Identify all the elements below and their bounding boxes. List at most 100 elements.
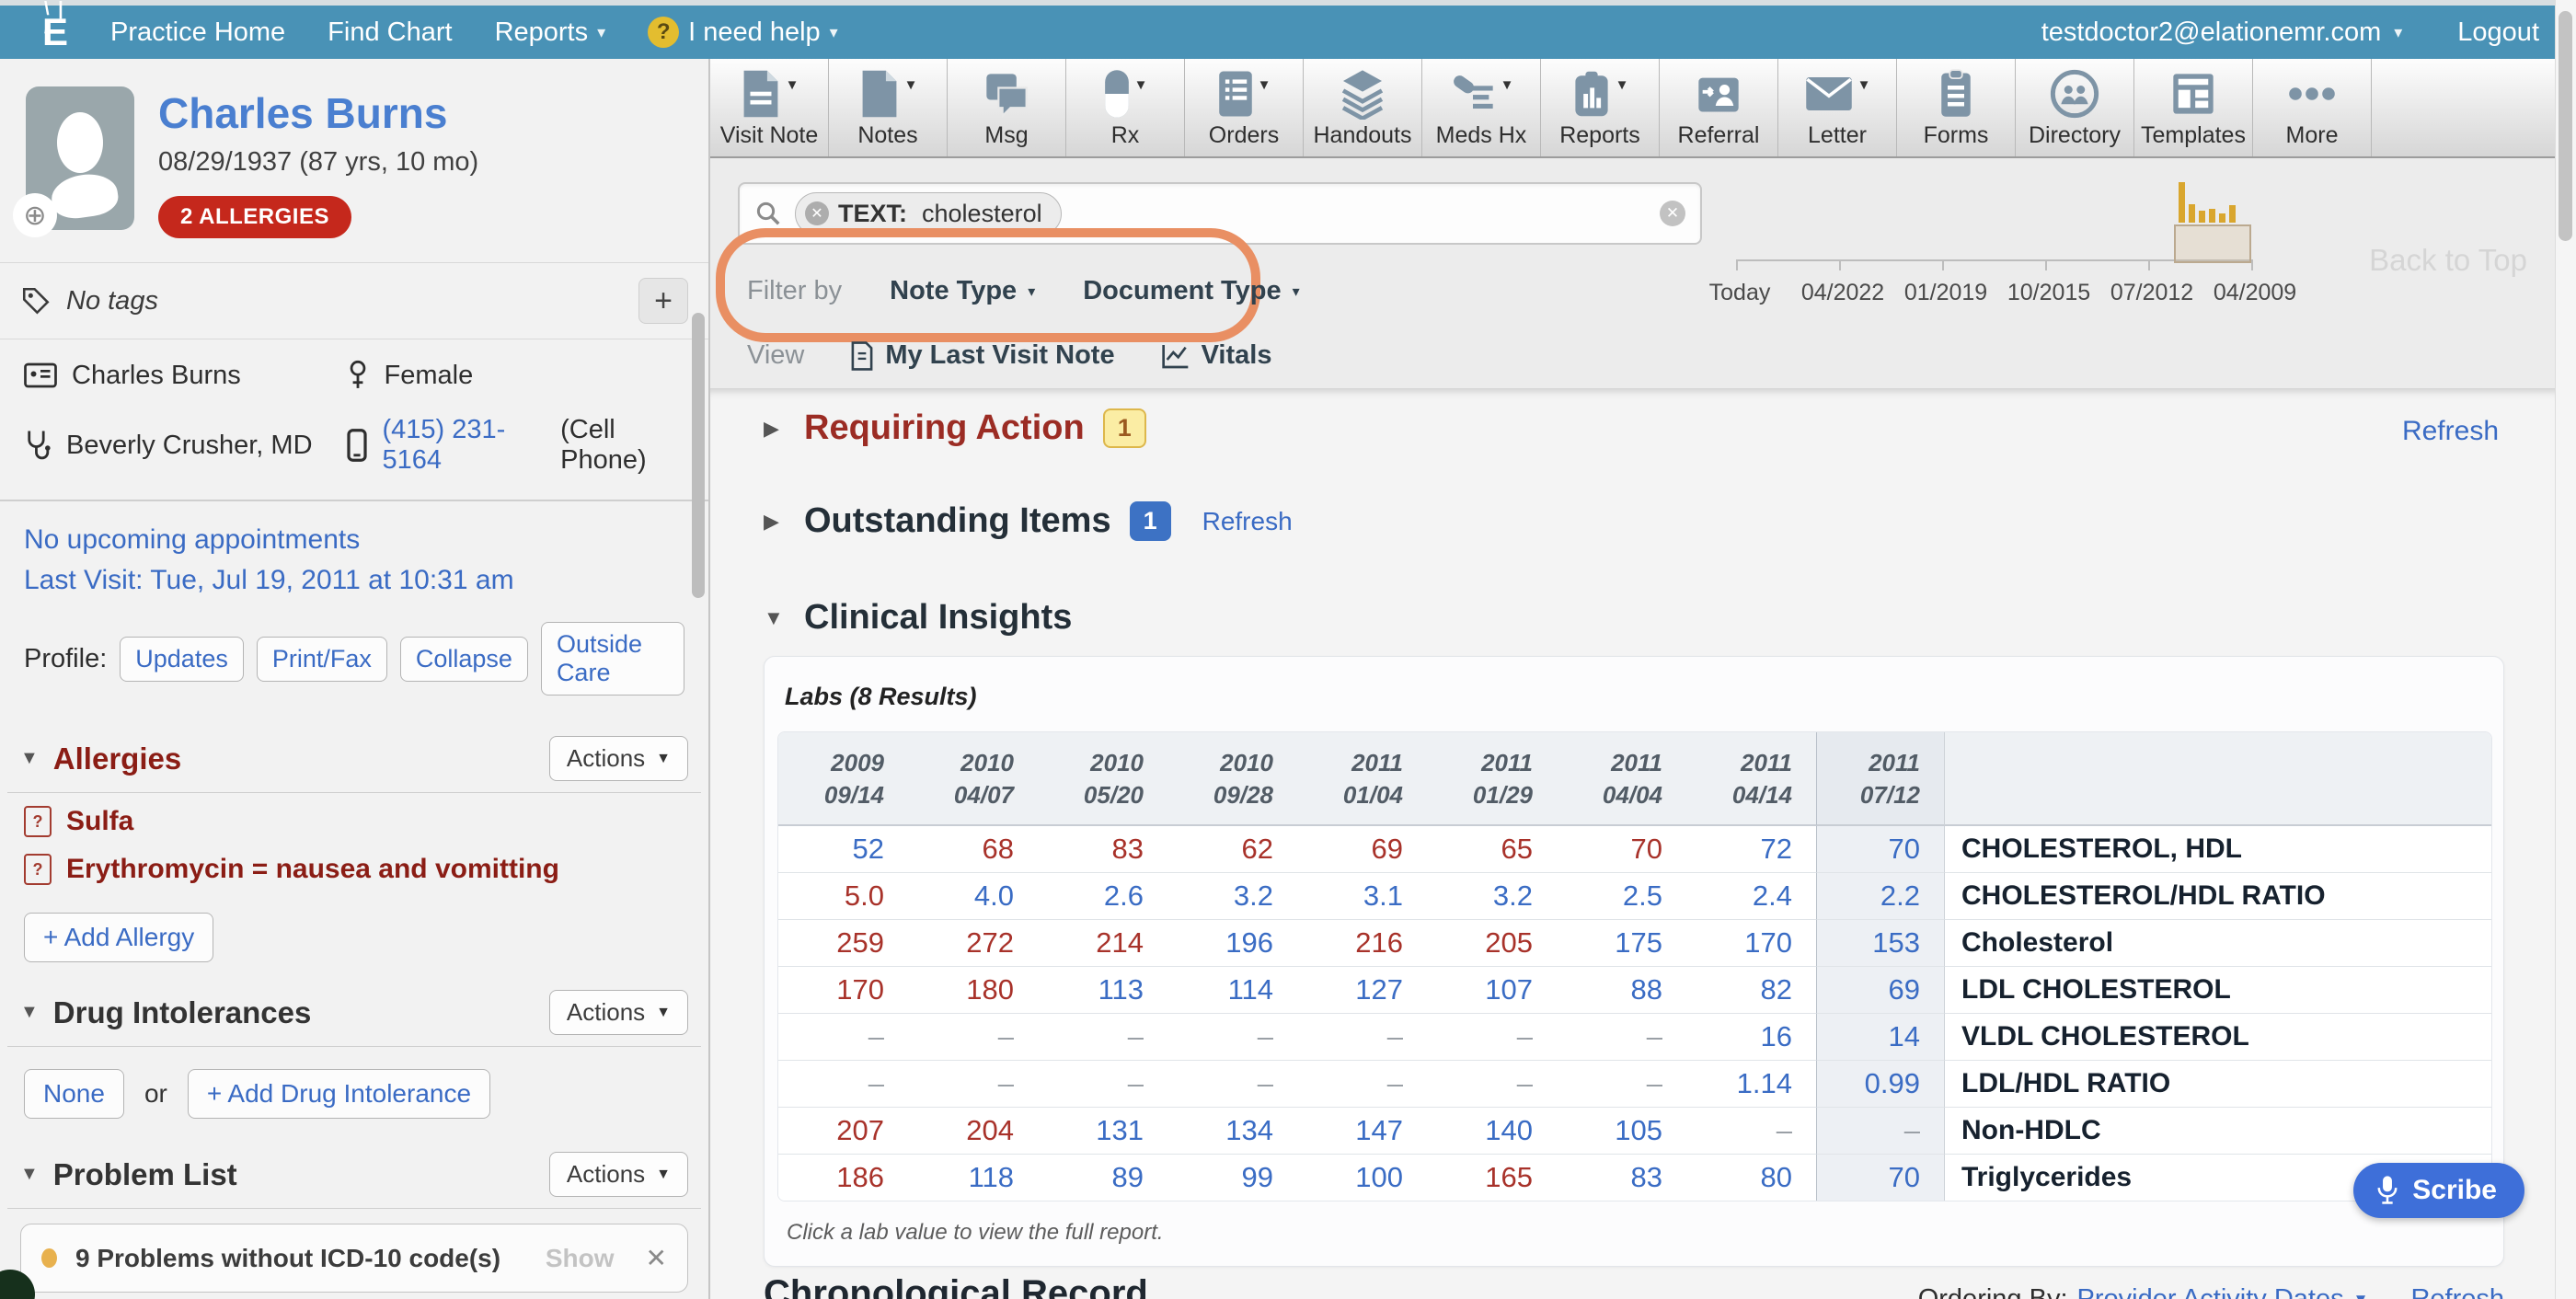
lab-value-cell[interactable]: 134 [1167,1107,1297,1154]
lab-value-cell[interactable]: 175 [1557,919,1686,966]
lab-value-cell[interactable]: 4.0 [908,872,1038,919]
problem-list-actions-button[interactable]: Actions▼ [549,1152,688,1197]
nav-practice-home[interactable]: Practice Home [110,17,285,48]
lab-value-cell[interactable]: 114 [1167,966,1297,1013]
lab-value-cell[interactable]: 204 [908,1107,1038,1154]
last-visit-link[interactable]: Last Visit: Tue, Jul 19, 2011 at 10:31 a… [24,560,684,601]
lab-value-cell[interactable]: 165 [1427,1154,1557,1201]
lab-value-cell[interactable]: 70 [1816,1154,1944,1201]
clear-search-icon[interactable]: ✕ [1660,201,1685,226]
lab-value-cell[interactable]: 2.4 [1686,872,1816,919]
lab-value-cell[interactable]: 82 [1686,966,1816,1013]
lab-value-cell[interactable]: 140 [1427,1107,1557,1154]
add-drug-intolerance-button[interactable]: + Add Drug Intolerance [188,1069,490,1119]
elation-logo[interactable]: \ | /E [0,13,110,52]
lab-value-cell[interactable]: 1.14 [1686,1060,1816,1107]
none-button[interactable]: None [24,1069,124,1119]
reports-toolbar-button[interactable]: ▼Reports [1541,59,1660,156]
demographic-phone[interactable]: (415) 231-5164 (Cell Phone) [346,415,699,476]
notes-toolbar-button[interactable]: ▼Notes [829,59,948,156]
lab-value-cell[interactable]: 170 [778,966,908,1013]
expand-triangle-icon[interactable]: ▶ [764,417,786,441]
timeline-label[interactable]: 04/2009 [2214,280,2296,306]
lab-value-cell[interactable]: 180 [908,966,1038,1013]
scribe-button[interactable]: Scribe [2353,1163,2524,1218]
lab-value-cell[interactable]: 3.2 [1427,872,1557,919]
nav-help-menu[interactable]: ? I need help▾ [648,17,838,48]
lab-value-cell[interactable]: 70 [1557,826,1686,872]
refresh-link-bottom[interactable]: Refresh [2410,1284,2504,1299]
lab-value-cell[interactable]: 105 [1557,1107,1686,1154]
collapse-triangle-icon[interactable]: ▼ [20,1002,39,1023]
no-upcoming-appointments-link[interactable]: No upcoming appointments [24,520,684,560]
lab-value-cell[interactable]: 214 [1038,919,1167,966]
lab-value-cell[interactable]: 80 [1686,1154,1816,1201]
directory-toolbar-button[interactable]: Directory [2016,59,2134,156]
logout-button[interactable]: Logout [2457,17,2539,48]
nav-find-chart[interactable]: Find Chart [328,17,452,48]
nav-reports-menu[interactable]: Reports▾ [495,17,606,48]
lab-value-cell[interactable]: 69 [1816,966,1944,1013]
lab-value-cell[interactable]: 68 [908,826,1038,872]
document-type-dropdown[interactable]: Document Type▾ [1083,276,1299,306]
updates-button[interactable]: Updates [120,637,244,682]
show-button[interactable]: Show [546,1244,615,1273]
timeline-label[interactable]: 10/2015 [2007,280,2090,306]
main-scrollbar[interactable] [2555,0,2576,1299]
meds-hx-toolbar-button[interactable]: ▼Meds Hx [1422,59,1541,156]
main-scrollbar-thumb[interactable] [2559,11,2572,241]
sidebar-scrollbar-thumb[interactable] [692,313,705,598]
allergy-item[interactable]: ? Erythromycin = nausea and vomitting [0,841,708,889]
lab-value-cell[interactable]: 127 [1297,966,1427,1013]
add-allergy-button[interactable]: + Add Allergy [24,913,213,962]
msg-toolbar-button[interactable]: Msg [948,59,1066,156]
lab-value-cell[interactable]: 99 [1167,1154,1297,1201]
back-to-top-button[interactable]: Back to Top [2369,243,2527,278]
lab-value-cell[interactable]: 147 [1297,1107,1427,1154]
lab-value-cell[interactable]: 65 [1427,826,1557,872]
lab-value-cell[interactable]: 62 [1167,826,1297,872]
lab-value-cell[interactable]: 207 [778,1107,908,1154]
lab-value-cell[interactable]: 3.1 [1297,872,1427,919]
outstanding-items-section[interactable]: ▶ Outstanding Items 1 Refresh [764,501,2504,541]
allergies-actions-button[interactable]: Actions▼ [549,736,688,781]
chart-search-input[interactable]: ✕ TEXT:cholesterol ✕ [738,182,1702,245]
rx-toolbar-button[interactable]: ▼Rx [1066,59,1185,156]
lab-value-cell[interactable]: 16 [1686,1013,1816,1060]
handouts-toolbar-button[interactable]: Handouts [1304,59,1422,156]
lab-value-cell[interactable]: 2.6 [1038,872,1167,919]
lab-value-cell[interactable]: 83 [1557,1154,1686,1201]
lab-value-cell[interactable]: 186 [778,1154,908,1201]
refresh-link-outstanding[interactable]: Refresh [1202,507,1293,536]
search-filter-chip[interactable]: ✕ TEXT:cholesterol [795,192,1062,236]
forms-toolbar-button[interactable]: Forms [1897,59,2016,156]
drug-intolerances-actions-button[interactable]: Actions▼ [549,990,688,1035]
allergies-badge[interactable]: 2 ALLERGIES [158,196,351,238]
lab-value-cell[interactable]: 69 [1297,826,1427,872]
account-menu[interactable]: testdoctor2@elationemr.com▾ [2041,17,2403,48]
lab-value-cell[interactable]: 0.99 [1816,1060,1944,1107]
note-type-dropdown[interactable]: Note Type▾ [890,276,1035,306]
outside-care-button[interactable]: Outside Care [541,622,684,695]
lab-value-cell[interactable]: 118 [908,1154,1038,1201]
print-fax-button[interactable]: Print/Fax [257,637,387,682]
timeline-label[interactable]: 07/2012 [2110,280,2193,306]
lab-value-cell[interactable]: 205 [1427,919,1557,966]
lab-value-cell[interactable]: 2.2 [1816,872,1944,919]
orders-toolbar-button[interactable]: ▼Orders [1185,59,1304,156]
lab-value-cell[interactable]: 107 [1427,966,1557,1013]
vitals-link[interactable]: Vitals [1161,340,1272,371]
lab-value-cell[interactable]: 72 [1686,826,1816,872]
more-toolbar-button[interactable]: More [2253,59,2372,156]
lab-value-cell[interactable]: 153 [1816,919,1944,966]
lab-value-cell[interactable]: 83 [1038,826,1167,872]
close-icon[interactable]: ✕ [646,1243,667,1273]
letter-toolbar-button[interactable]: ▼Letter [1778,59,1897,156]
collapse-triangle-icon[interactable]: ▼ [20,748,39,769]
expand-triangle-icon[interactable]: ▶ [764,510,786,534]
lab-value-cell[interactable]: 196 [1167,919,1297,966]
patient-avatar[interactable]: ⊕ [26,86,134,230]
requiring-action-section[interactable]: ▶ Requiring Action 1 [764,408,2504,448]
lab-value-cell[interactable]: 5.0 [778,872,908,919]
lab-value-cell[interactable]: 170 [1686,919,1816,966]
